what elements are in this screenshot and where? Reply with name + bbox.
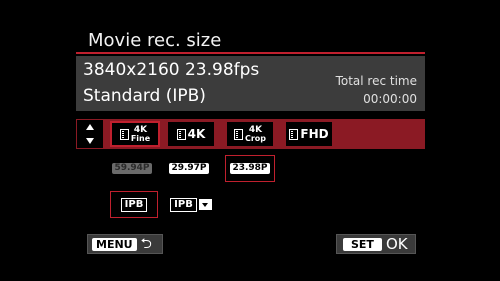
compression-option-ipb[interactable]: IPB (110, 191, 158, 218)
compression-text: Standard (IPB) (83, 86, 206, 106)
size-label: FHD (300, 127, 329, 141)
fps-option-29.97p[interactable]: 29.97P (168, 157, 210, 179)
size-label: 4K (187, 127, 206, 141)
size-option-4k-crop[interactable]: 4K Crop (227, 122, 273, 146)
fps-label: 59.94P (112, 162, 152, 174)
page-title: Movie rec. size (88, 30, 222, 51)
resolution-fps-text: 3840x2160 23.98fps (83, 60, 260, 80)
fps-option-23.98p[interactable]: 23.98P (225, 155, 275, 182)
size-sublabel: Fine (130, 133, 151, 143)
title-divider (76, 52, 425, 54)
info-panel: 3840x2160 23.98fps Standard (IPB) Total … (76, 56, 425, 111)
return-arrow-icon: ⮌ (140, 236, 152, 252)
fps-label: 29.97P (169, 162, 209, 174)
up-down-arrows[interactable] (76, 119, 104, 149)
film-icon (289, 128, 299, 140)
ok-text: OK (385, 235, 408, 253)
size-sublabel: Crop (244, 133, 267, 143)
compression-label: IPB (170, 197, 197, 212)
fps-label: 23.98P (230, 163, 270, 174)
film-icon (119, 128, 129, 140)
fps-option-59.94p[interactable]: 59.94P (111, 157, 153, 179)
film-icon (233, 128, 243, 140)
size-option-fhd[interactable]: FHD (286, 122, 332, 146)
down-arrow-icon (86, 138, 94, 144)
size-row: 4K Fine 4K 4K Crop FHD (76, 119, 425, 149)
menu-tag: MENU (92, 237, 137, 251)
set-ok-button[interactable]: SET OK (336, 234, 416, 254)
set-tag: SET (343, 237, 382, 251)
total-rec-time-value: 00:00:00 (363, 92, 417, 106)
up-arrow-icon (86, 124, 94, 130)
compression-label: IPB (120, 197, 148, 212)
menu-button[interactable]: MENU ⮌ (87, 234, 163, 254)
size-option-4k-fine[interactable]: 4K Fine (110, 121, 160, 147)
compression-option-ipb-light[interactable]: IPB (166, 193, 216, 216)
size-option-4k[interactable]: 4K (168, 122, 214, 146)
light-icon (198, 199, 212, 210)
film-icon (176, 128, 186, 140)
total-rec-time-label: Total rec time (335, 74, 417, 88)
